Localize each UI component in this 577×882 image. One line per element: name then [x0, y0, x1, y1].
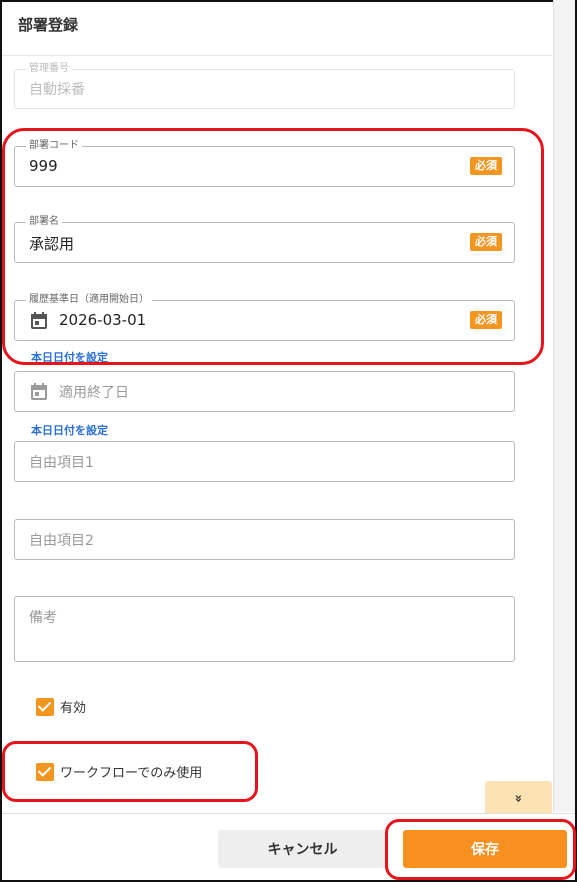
history-base-date-label: 履歴基準日（適用開始日）	[26, 293, 152, 307]
department-name-label: 部署名	[26, 215, 62, 229]
dialog-title: 部署登録	[18, 16, 79, 34]
free-item-1-field[interactable]: 自由項目1	[14, 441, 515, 482]
set-today-link[interactable]: 本日日付を設定	[31, 349, 108, 365]
double-chevron-down-icon[interactable]: »	[485, 781, 552, 815]
required-badge: 必須	[470, 311, 502, 329]
management-number-field: 管理番号 自動採番	[14, 62, 515, 109]
end-date-field[interactable]: 適用終了日	[14, 371, 515, 412]
valid-checkbox-label: 有効	[60, 701, 87, 716]
remarks-textarea[interactable]: 備考	[14, 596, 515, 662]
workflow-only-checkbox-row[interactable]: ワークフローでのみ使用	[36, 762, 202, 781]
free-item-2-placeholder: 自由項目2	[29, 533, 94, 549]
history-base-date-field[interactable]: 履歴基準日（適用開始日） 2026-03-01 必須	[14, 293, 515, 341]
department-code-field[interactable]: 部署コード 999 必須	[14, 139, 515, 187]
calendar-icon[interactable]	[31, 312, 47, 329]
valid-checkbox[interactable]	[36, 697, 54, 716]
department-name-value: 承認用	[29, 235, 75, 253]
workflow-only-checkbox[interactable]	[36, 762, 54, 781]
workflow-only-checkbox-label: ワークフローでのみ使用	[60, 766, 203, 781]
management-number-value: 自動採番	[29, 82, 85, 98]
department-name-field[interactable]: 部署名 承認用 必須	[14, 215, 515, 263]
scrollbar[interactable]	[553, 0, 575, 812]
end-date-placeholder: 適用終了日	[59, 385, 129, 401]
department-code-label: 部署コード	[26, 139, 82, 153]
department-code-value: 999	[29, 157, 58, 175]
free-item-1-placeholder: 自由項目1	[29, 455, 94, 471]
valid-checkbox-row[interactable]: 有効	[36, 697, 86, 716]
remarks-placeholder: 備考	[29, 610, 57, 626]
dialog-header: 部署登録	[2, 2, 552, 56]
required-badge: 必須	[470, 233, 502, 251]
set-today-link[interactable]: 本日日付を設定	[31, 422, 108, 438]
cancel-button[interactable]: キャンセル	[218, 830, 387, 868]
free-item-2-field[interactable]: 自由項目2	[14, 519, 515, 560]
save-button[interactable]: 保存	[403, 830, 567, 868]
management-number-label: 管理番号	[26, 62, 72, 76]
history-base-date-value: 2026-03-01	[59, 311, 147, 329]
required-badge: 必須	[470, 157, 502, 175]
calendar-icon[interactable]	[31, 383, 47, 400]
